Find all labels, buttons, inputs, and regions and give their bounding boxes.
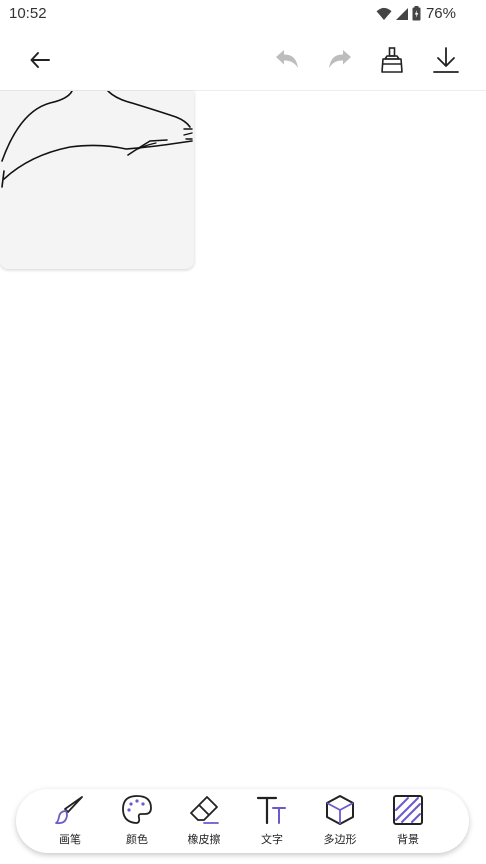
brush-icon xyxy=(53,793,87,827)
tool-text-label: 文字 xyxy=(261,833,283,846)
tool-text[interactable]: 文字 xyxy=(242,793,302,849)
redo-icon xyxy=(326,48,354,72)
dolphin-sketch xyxy=(1,91,193,188)
tool-background-label: 背景 xyxy=(397,833,419,846)
eraser-icon xyxy=(187,793,221,827)
status-bar: 10:52 76% xyxy=(0,0,486,28)
tool-color-label: 颜色 xyxy=(126,833,148,846)
undo-button[interactable] xyxy=(267,40,307,80)
tool-brush-label: 画笔 xyxy=(59,833,81,846)
back-arrow-icon xyxy=(28,48,52,72)
wifi-icon xyxy=(376,7,392,21)
top-toolbar xyxy=(0,28,486,91)
status-icons: 76% xyxy=(376,5,456,22)
palette-icon xyxy=(120,793,154,827)
tool-eraser-label: 橡皮擦 xyxy=(187,833,221,846)
bottom-tool-bar: 画笔 颜色 橡皮擦 文字 多边形 背景 xyxy=(16,789,469,853)
drawing-screen: 10:52 76% 画笔 颜色 橡皮擦 文字 多边形 背景 xyxy=(0,0,486,864)
download-icon xyxy=(431,45,461,75)
cellular-signal-icon xyxy=(395,7,409,21)
tool-polygon[interactable]: 多边形 xyxy=(310,793,370,849)
background-hatch-icon xyxy=(391,793,425,827)
text-icon xyxy=(255,793,289,827)
tool-polygon-label: 多边形 xyxy=(323,833,357,846)
tool-color[interactable]: 颜色 xyxy=(107,793,167,849)
tool-eraser[interactable]: 橡皮擦 xyxy=(174,793,234,849)
polygon-cube-icon xyxy=(323,793,357,827)
back-button[interactable] xyxy=(20,40,60,80)
battery-percent: 76% xyxy=(425,5,456,22)
tool-background[interactable]: 背景 xyxy=(378,793,438,849)
redo-button[interactable] xyxy=(320,40,360,80)
undo-icon xyxy=(273,48,301,72)
battery-icon xyxy=(412,6,421,21)
clear-broom-icon xyxy=(378,46,406,74)
download-button[interactable] xyxy=(426,40,466,80)
status-time: 10:52 xyxy=(9,5,47,22)
drawing-canvas[interactable] xyxy=(0,91,194,269)
tool-brush[interactable]: 画笔 xyxy=(40,793,100,849)
clear-canvas-button[interactable] xyxy=(372,40,412,80)
